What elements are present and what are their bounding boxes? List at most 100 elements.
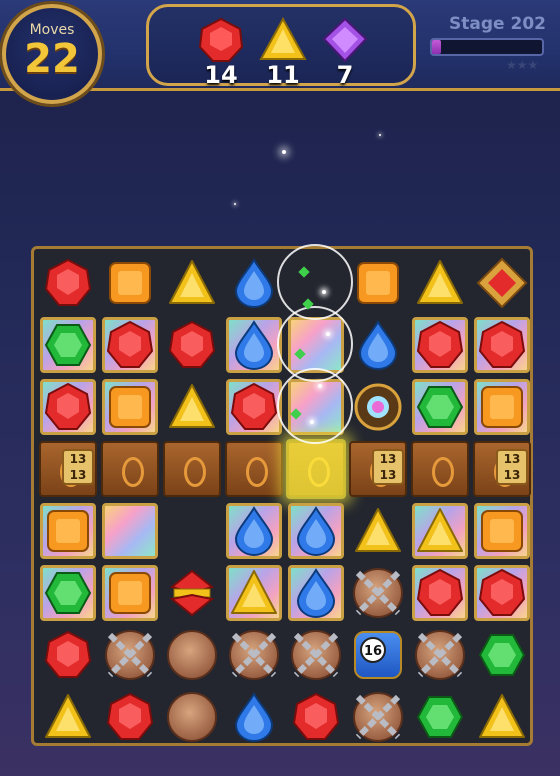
blue-gem[interactable] — [224, 253, 284, 313]
compass-token-icon — [167, 692, 217, 742]
glass-tile-green-gem[interactable] — [38, 315, 98, 375]
red-gem[interactable] — [100, 687, 160, 747]
glass-tile-red-gem[interactable] — [38, 377, 98, 437]
glowing-block[interactable] — [286, 439, 346, 499]
locked-chest[interactable]: 13 13 — [472, 439, 532, 499]
yellow-gem[interactable] — [472, 687, 532, 747]
bomb-counter: 16 — [360, 637, 386, 663]
glass-tile-blue-gem[interactable] — [286, 501, 346, 561]
blue-gem-icon — [290, 505, 342, 557]
glass-tile-blue-gem[interactable] — [224, 315, 284, 375]
red-gem[interactable] — [286, 687, 346, 747]
glass-tile-red-gem[interactable] — [224, 377, 284, 437]
green-gem[interactable] — [410, 687, 470, 747]
glass-tile-orange-gem[interactable] — [100, 563, 160, 623]
red-gem-icon — [42, 381, 94, 433]
yellow-gem[interactable] — [348, 501, 408, 561]
blue-gem-icon — [228, 691, 280, 743]
glass-tile-blue-gem[interactable] — [224, 501, 284, 561]
red-gem[interactable] — [162, 315, 222, 375]
glass-tile-blue-gem[interactable] — [286, 563, 346, 623]
red-gem[interactable] — [38, 253, 98, 313]
yellow-gem[interactable] — [38, 687, 98, 747]
green-gem-icon — [414, 381, 466, 433]
sky-star — [379, 134, 381, 136]
yellow-gem[interactable] — [162, 377, 222, 437]
locked-chest[interactable]: 13 13 — [348, 439, 408, 499]
chest-lock: 13 13 — [372, 449, 404, 485]
goal-yellow-count: 11 — [266, 61, 300, 89]
glass-tile-orange-gem[interactable] — [472, 501, 532, 561]
glass-tile-rainbow[interactable] — [100, 501, 160, 561]
wooden-block[interactable] — [100, 439, 160, 499]
chain-icon — [231, 632, 277, 678]
glass-tile-yellow-gem[interactable] — [410, 501, 470, 561]
red-gem-icon — [476, 319, 528, 371]
locked-chest[interactable]: 13 13 — [38, 439, 98, 499]
red-gem-icon — [198, 17, 244, 62]
yellow-gem[interactable] — [162, 253, 222, 313]
framed-red-gem[interactable] — [472, 253, 532, 313]
wooden-block[interactable] — [162, 439, 222, 499]
rainbow-orb-icon — [354, 383, 402, 431]
red-gem-icon — [228, 381, 280, 433]
striped-red-gem[interactable] — [162, 563, 222, 623]
blue-gem[interactable] — [348, 315, 408, 375]
glass-tile-yellow-gem[interactable] — [224, 563, 284, 623]
goal-purple-gem: 7 — [315, 17, 375, 89]
blue-gem-icon — [352, 319, 404, 371]
bronze-token[interactable] — [162, 687, 222, 747]
yellow-gem-icon — [414, 505, 466, 557]
yellow-gem-icon — [259, 16, 307, 60]
bronze-token[interactable] — [162, 625, 222, 685]
goal-red-count: 14 — [204, 61, 238, 89]
chained-token[interactable] — [100, 625, 160, 685]
glass-tile-orange-gem[interactable] — [38, 501, 98, 561]
sparkle-effect — [310, 420, 314, 424]
wooden-block-icon — [101, 441, 159, 497]
wooden-block-icon — [163, 441, 221, 497]
glass-tile-green-gem[interactable] — [38, 563, 98, 623]
green-gem[interactable] — [472, 625, 532, 685]
green-gem-icon — [476, 629, 528, 681]
empty-cell — [162, 501, 222, 561]
orange-gem-icon — [104, 257, 156, 309]
yellow-gem-icon — [476, 691, 528, 743]
chained-token[interactable] — [348, 563, 408, 623]
glass-tile-red-gem[interactable] — [472, 315, 532, 375]
orange-gem-icon — [476, 381, 528, 433]
chained-token[interactable] — [348, 687, 408, 747]
yellow-gem[interactable] — [410, 253, 470, 313]
orange-gem[interactable] — [100, 253, 160, 313]
glass-tile-red-gem[interactable] — [472, 563, 532, 623]
stage-label: Stage 202 — [449, 14, 546, 34]
red-gem[interactable] — [38, 625, 98, 685]
chained-token[interactable] — [410, 625, 470, 685]
wooden-block[interactable] — [410, 439, 470, 499]
moves-value: 22 — [24, 36, 80, 82]
yellow-gem-icon — [352, 505, 404, 557]
orange-gem-icon — [476, 505, 528, 557]
swap-effect-ring — [277, 368, 353, 444]
timer-bomb[interactable]: 16 — [348, 625, 408, 685]
red-gem-icon — [104, 319, 156, 371]
rainbow-orb[interactable] — [348, 377, 408, 437]
glass-tile-orange-gem[interactable] — [472, 377, 532, 437]
yellow-gem-icon — [166, 257, 218, 309]
glass-tile-red-gem[interactable] — [410, 315, 470, 375]
chained-token[interactable] — [286, 625, 346, 685]
glass-tile-green-gem[interactable] — [410, 377, 470, 437]
orange-gem-icon — [104, 567, 156, 619]
chained-token[interactable] — [224, 625, 284, 685]
goal-yellow-gem: 11 — [253, 16, 313, 89]
orange-gem-icon — [104, 381, 156, 433]
green-gem-icon — [42, 567, 94, 619]
orange-gem[interactable] — [348, 253, 408, 313]
chain-icon — [355, 570, 401, 616]
glass-tile-red-gem[interactable] — [410, 563, 470, 623]
glass-tile-orange-gem[interactable] — [100, 377, 160, 437]
wooden-block[interactable] — [224, 439, 284, 499]
sky-star — [282, 150, 286, 154]
glass-tile-red-gem[interactable] — [100, 315, 160, 375]
blue-gem[interactable] — [224, 687, 284, 747]
